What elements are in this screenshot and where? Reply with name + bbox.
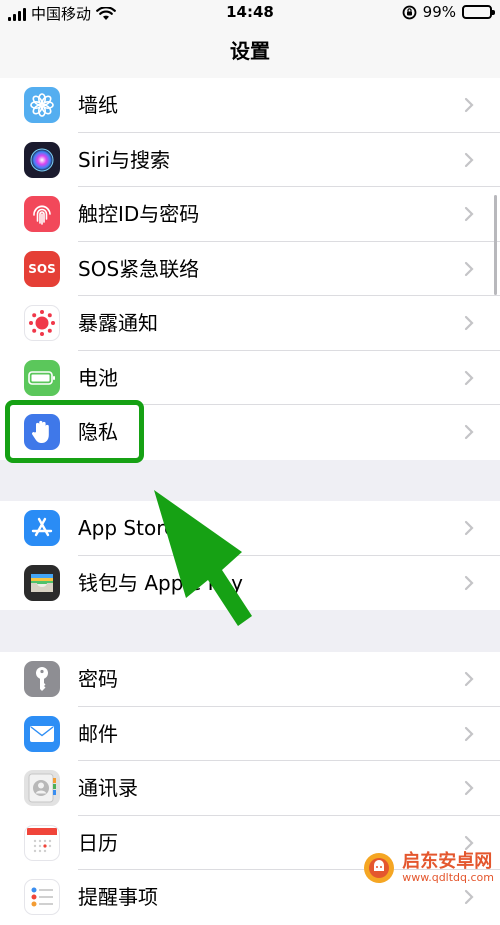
scroll-indicator[interactable] [494, 195, 497, 295]
row-label: 墙纸 [78, 93, 118, 117]
chevron-right-icon [464, 315, 474, 331]
chevron-right-icon [464, 370, 474, 385]
chevron-right-icon [464, 889, 474, 905]
wallpaper-flower-icon [24, 87, 60, 123]
settings-row-wallet[interactable]: 钱包与 Apple Pay [0, 556, 500, 611]
key-icon [24, 661, 60, 697]
wallet-icon [24, 564, 60, 601]
chevron-right-icon [464, 780, 474, 796]
settings-row-battery[interactable]: 电池 [0, 351, 500, 405]
fingerprint-icon [24, 196, 60, 232]
settings-row-wallpaper[interactable]: 墙纸 [0, 78, 500, 133]
orientation-lock-icon [402, 5, 417, 19]
sos-icon-text: SOS [28, 261, 56, 276]
watermark-logo-icon [364, 853, 395, 883]
exposure-dots-icon [24, 305, 60, 341]
chevron-right-icon [464, 424, 474, 440]
page-title: 设置 [230, 39, 270, 63]
battery-status-icon [462, 5, 495, 19]
watermark-site-name: 启东安卓网 [402, 851, 493, 873]
settings-row-exposure-notifications[interactable]: 暴露通知 [0, 296, 500, 351]
settings-row-passwords[interactable]: 密码 [0, 652, 500, 707]
settings-row-siri[interactable]: Siri与搜索 [0, 133, 500, 187]
row-label: 日历 [78, 830, 118, 855]
row-label: 暴露通知 [78, 311, 158, 335]
row-label: 提醒事项 [78, 885, 158, 909]
row-label: Siri与搜索 [78, 147, 171, 172]
contacts-icon [24, 770, 60, 806]
chevron-right-icon [464, 152, 474, 167]
status-right: 99% [402, 3, 495, 21]
reminders-icon [24, 879, 60, 915]
settings-row-emergency-sos[interactable]: SOS SOS紧急联络 [0, 242, 500, 296]
sos-icon: SOS [24, 250, 60, 287]
settings-row-touch-id[interactable]: 触控ID与密码 [0, 187, 500, 242]
app-store-icon [24, 510, 60, 546]
row-label: 电池 [78, 365, 118, 390]
chevron-right-icon [464, 671, 474, 687]
chevron-right-icon [464, 726, 474, 741]
row-label: 密码 [78, 667, 118, 691]
row-label: 通讯录 [78, 776, 138, 800]
row-label: 邮件 [78, 721, 118, 746]
watermark-site-url: www.qdltdq.com [402, 870, 494, 884]
watermark: 启东安卓网 www.qdltdq.com [362, 851, 494, 885]
mail-icon [24, 715, 60, 752]
chevron-right-icon [464, 520, 474, 536]
row-label: SOS紧急联络 [78, 256, 200, 281]
chevron-right-icon [464, 575, 474, 590]
chevron-right-icon [464, 261, 474, 276]
calendar-icon [24, 824, 60, 861]
settings-group-2: App Store 钱包与 Apple Pay [0, 501, 500, 610]
privacy-highlight-box [5, 400, 144, 463]
chevron-right-icon [464, 835, 474, 850]
settings-row-contacts[interactable]: 通讯录 [0, 761, 500, 816]
row-label: 钱包与 Apple Pay [78, 570, 243, 595]
row-label: App Store [78, 516, 177, 540]
chevron-right-icon [464, 97, 474, 113]
row-label: 触控ID与密码 [78, 202, 200, 226]
navigation-bar: 设置 [0, 26, 500, 79]
status-bar: 中国移动 14:48 99% [0, 0, 500, 26]
chevron-right-icon [464, 206, 474, 222]
battery-percentage: 99% [422, 3, 456, 21]
settings-row-mail[interactable]: 邮件 [0, 707, 500, 761]
battery-icon [24, 359, 60, 396]
settings-row-app-store[interactable]: App Store [0, 501, 500, 556]
siri-icon [24, 141, 60, 178]
